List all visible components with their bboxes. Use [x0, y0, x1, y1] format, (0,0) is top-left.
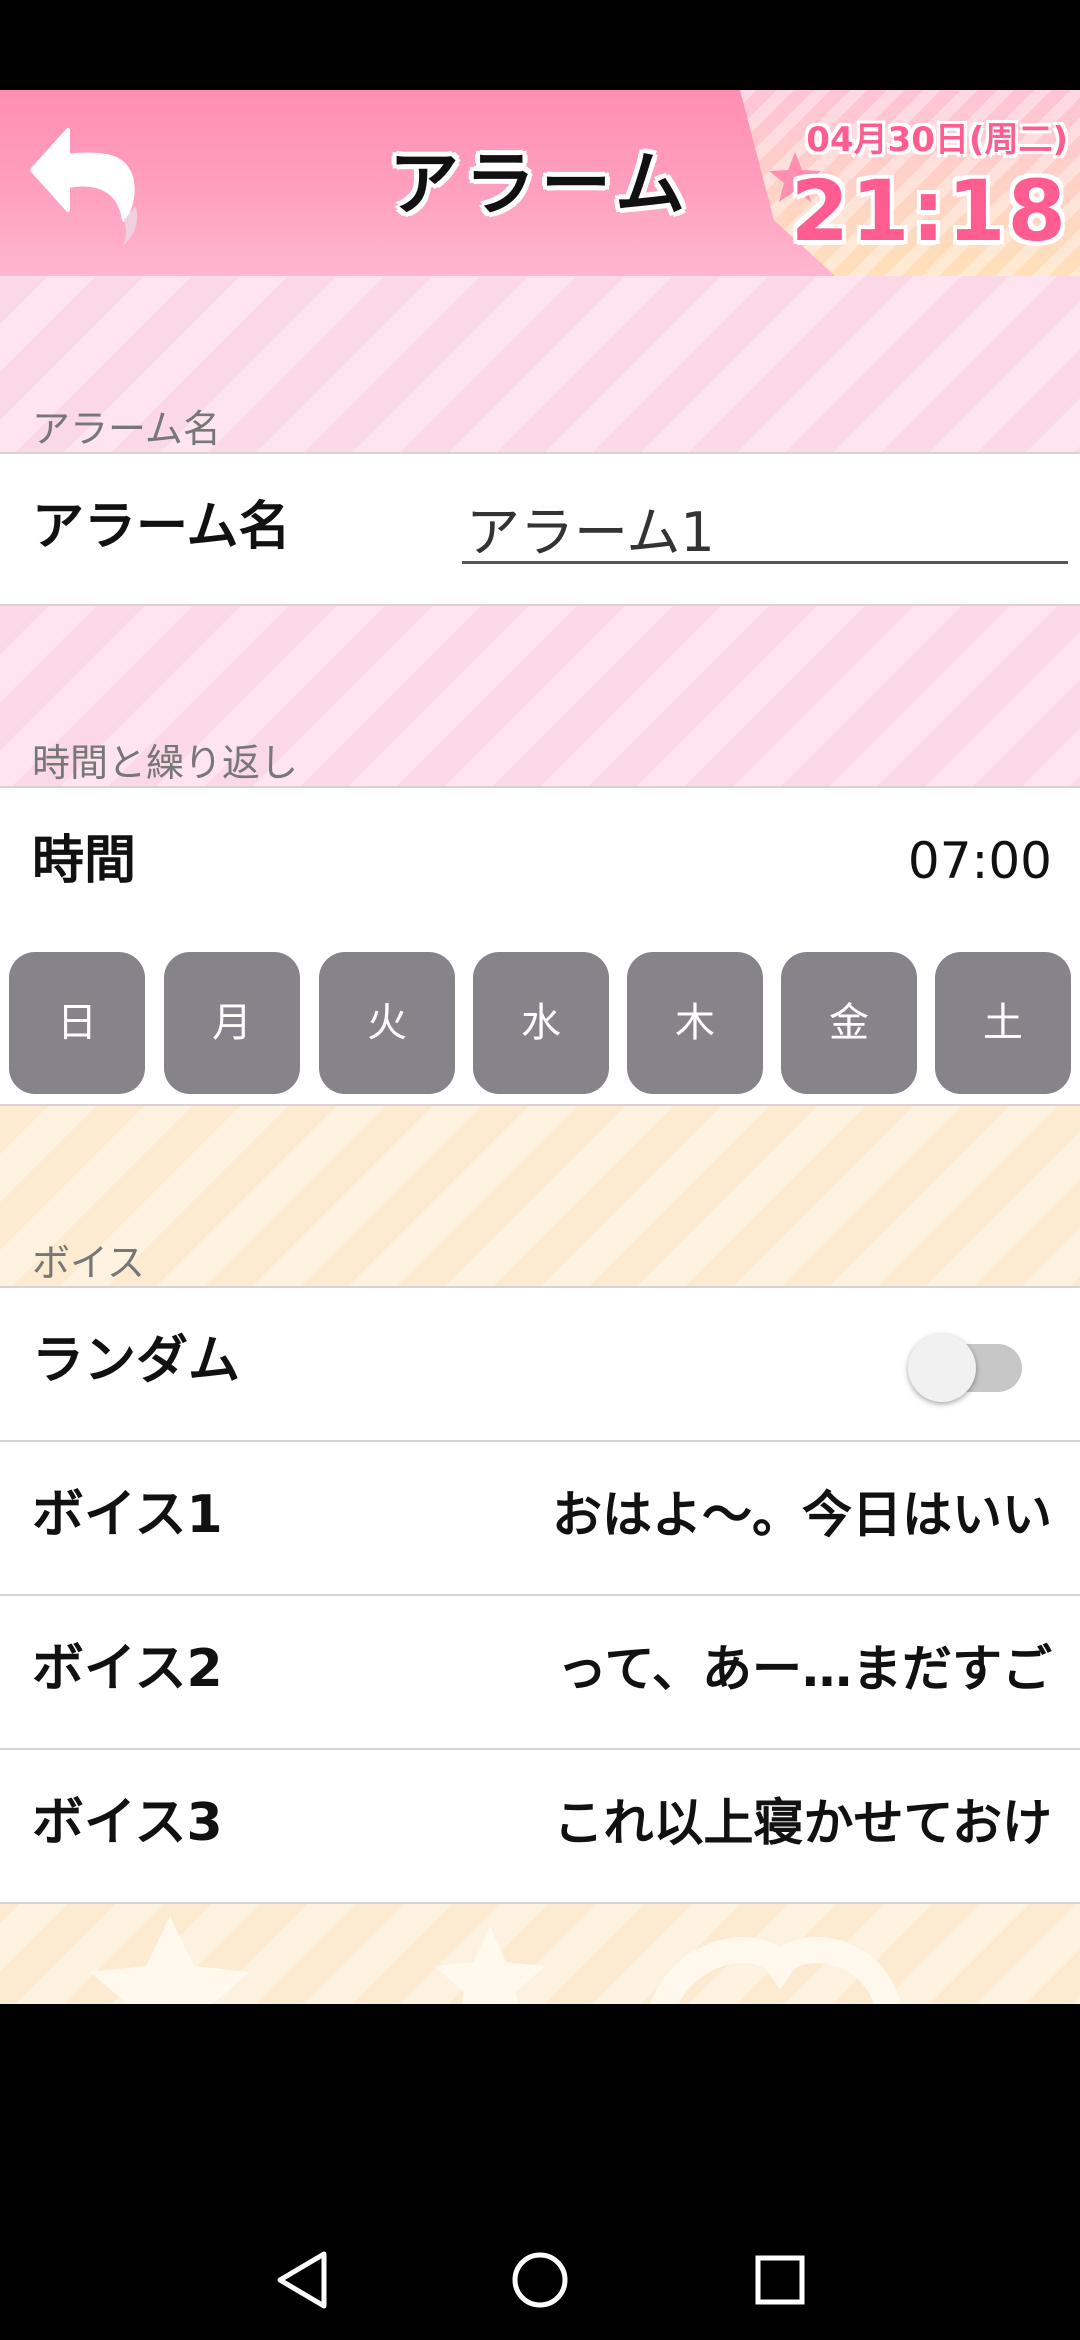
status-bar	[0, 0, 1080, 90]
triangle-back-icon[interactable]	[262, 2240, 342, 2320]
clock-date: 04月30日(周二)	[806, 120, 1068, 160]
day-button-friday[interactable]: 金	[781, 952, 917, 1094]
random-label: ランダム	[32, 1331, 241, 1391]
day-button-monday[interactable]: 月	[164, 952, 300, 1094]
time-row[interactable]: 時間 07:00	[0, 786, 1080, 942]
voice-3-value: これ以上寝かせておけ	[553, 1794, 1053, 1852]
voice-row-2[interactable]: ボイス2 って、あー…まだすご	[0, 1594, 1080, 1750]
circle-home-icon[interactable]	[500, 2240, 580, 2320]
clock-time: 21:18	[790, 162, 1068, 260]
time-value: 07:00	[907, 832, 1052, 890]
time-label: 時間	[32, 831, 137, 891]
star-decoration-icon	[434, 1926, 546, 2004]
voice-2-label: ボイス2	[32, 1639, 223, 1699]
random-row: ランダム	[0, 1286, 1080, 1442]
random-toggle[interactable]	[908, 1330, 1028, 1402]
voice-1-label: ボイス1	[32, 1485, 223, 1545]
section-label-alarm-name: アラーム名	[32, 407, 221, 451]
toggle-thumb	[908, 1334, 976, 1402]
voice-3-label: ボイス3	[32, 1793, 223, 1853]
voice-2-value: って、あー…まだすご	[557, 1640, 1052, 1698]
voice-row-1[interactable]: ボイス1 おはよ〜。今日はいい	[0, 1440, 1080, 1596]
square-recents-icon[interactable]	[740, 2240, 820, 2320]
repeat-days: 日 月 火 水 木 金 土	[0, 940, 1080, 1106]
alarm-name-row: アラーム名	[0, 452, 1080, 606]
star-decoration-icon	[90, 1916, 250, 2004]
voice-1-value: おはよ〜。今日はいい	[552, 1486, 1052, 1544]
alarm-name-label: アラーム名	[32, 497, 291, 557]
voice-row-3[interactable]: ボイス3 これ以上寝かせておけ	[0, 1748, 1080, 1904]
section-label-voice: ボイス	[32, 1241, 145, 1285]
ribbon-decoration-icon	[650, 1937, 900, 2004]
app-header: アラーム 04月30日(周二) 21:18	[0, 90, 1080, 276]
alarm-name-input[interactable]	[462, 494, 1068, 564]
day-button-saturday[interactable]: 土	[935, 952, 1071, 1094]
day-button-thursday[interactable]: 木	[627, 952, 763, 1094]
day-button-sunday[interactable]: 日	[9, 952, 145, 1094]
section-label-time-repeat: 時間と繰り返し	[32, 741, 299, 785]
day-button-tuesday[interactable]: 火	[319, 952, 455, 1094]
day-button-wednesday[interactable]: 水	[473, 952, 609, 1094]
alarm-settings: アラーム名 アラーム名 時間と繰り返し 時間 07:00 日 月 火 水 木 金…	[0, 276, 1080, 2004]
